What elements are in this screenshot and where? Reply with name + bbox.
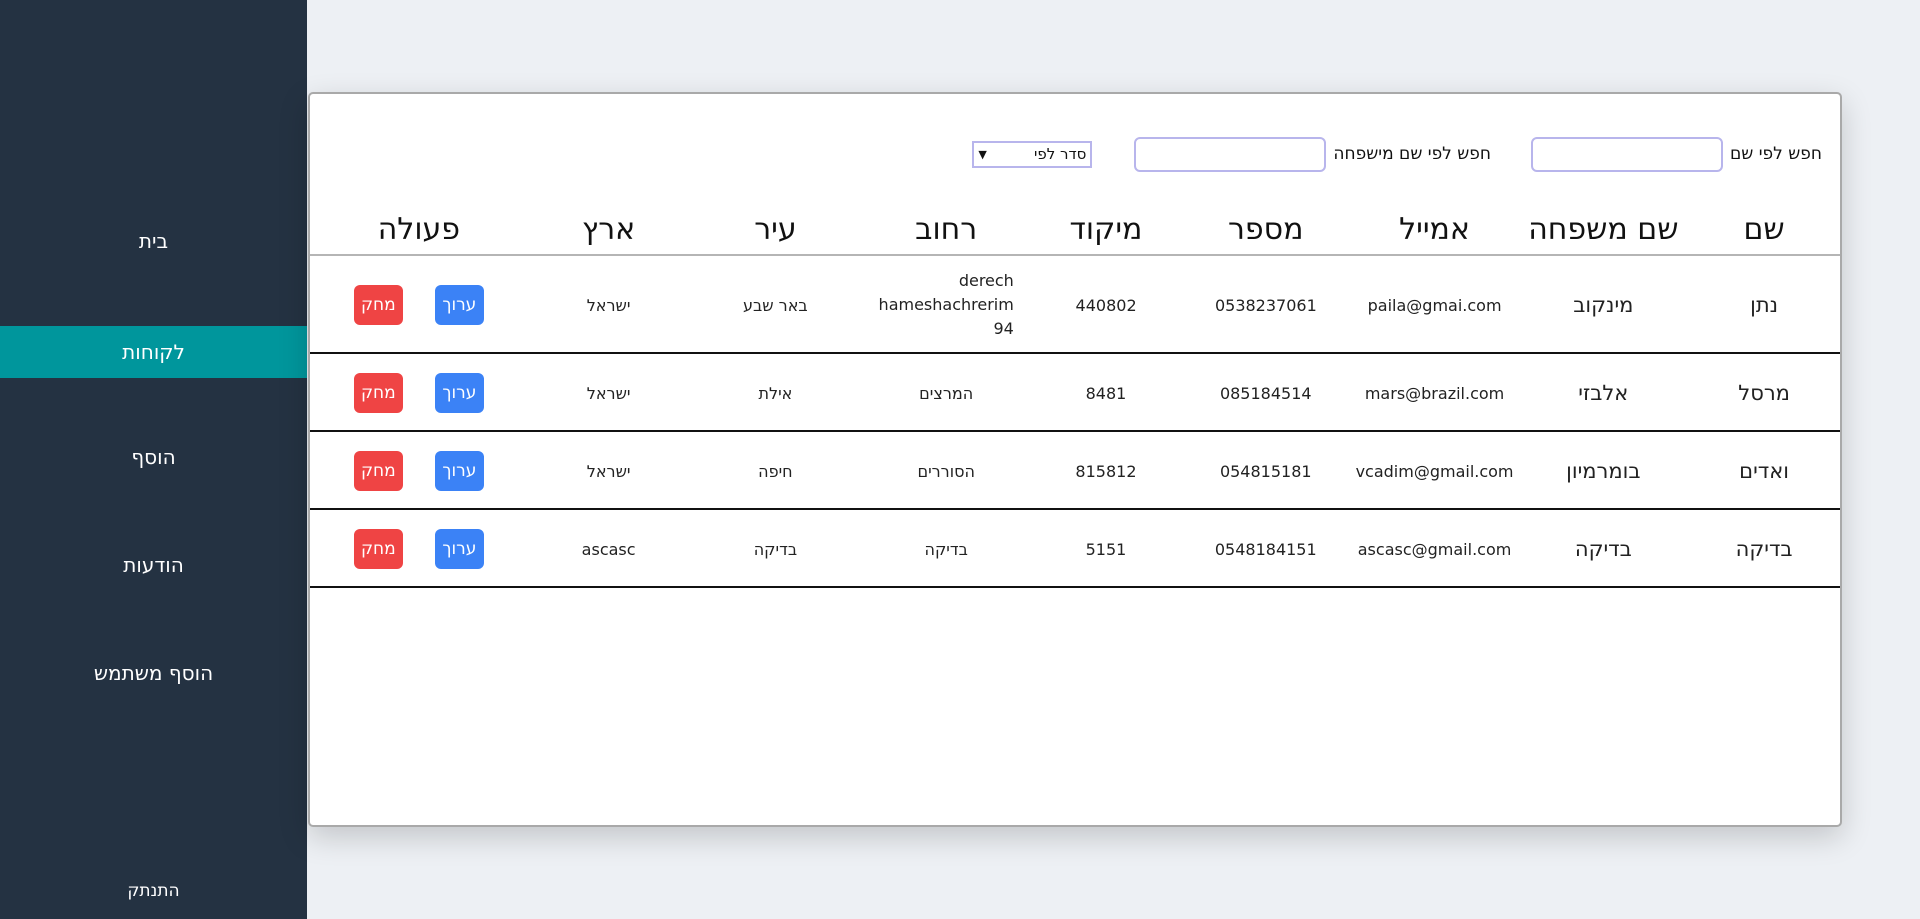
- sidebar-item-label: הוסף משתמש: [93, 661, 214, 685]
- cell-phone: 085184514: [1219, 383, 1312, 403]
- cell-first-name: ואדים: [1739, 459, 1790, 483]
- sidebar-item-customers[interactable]: לקוחות: [0, 326, 307, 378]
- chevron-down-icon: ▼: [978, 147, 987, 161]
- cell-last-name: אלבזי: [1578, 381, 1629, 405]
- logout-label: התנתק: [127, 881, 180, 901]
- cell-email: ascasc@gmail.com: [1357, 539, 1512, 559]
- cell-city: באר שבע: [742, 295, 808, 315]
- customers-panel: חפש לפי שם חפש לפי שם מישפחה סדר לפי ▼ ש…: [308, 92, 1842, 827]
- sidebar-item-label: לקוחות: [122, 340, 185, 364]
- cell-actions: ערוך מחק: [310, 258, 528, 352]
- delete-button[interactable]: מחק: [353, 529, 403, 569]
- cell-zip: 815812: [1075, 461, 1137, 481]
- delete-button[interactable]: מחק: [353, 373, 403, 413]
- cell-actions: ערוך מחק: [310, 512, 528, 586]
- table-row: בדיקה בדיקה ascasc@gmail.com 0548184151 …: [310, 512, 1840, 588]
- sort-select-value: סדר לפי: [1034, 145, 1087, 163]
- sort-group: סדר לפי ▼: [972, 140, 1093, 168]
- cell-zip: 8481: [1085, 383, 1127, 403]
- cell-actions: ערוך מחק: [310, 356, 528, 430]
- sidebar: בית לקוחות הוסף הודעות הוסף משתמש התנתק: [0, 0, 307, 919]
- cell-first-name: נתן: [1750, 293, 1779, 317]
- first-name-search-label: חפש לפי שם: [1730, 144, 1822, 164]
- cell-first-name: בדיקה: [1735, 537, 1793, 561]
- cell-zip: 440802: [1075, 295, 1137, 315]
- sort-select[interactable]: סדר לפי ▼: [972, 140, 1093, 168]
- edit-button[interactable]: ערוך: [434, 373, 484, 413]
- cell-last-name: מינקוב: [1573, 293, 1634, 317]
- filter-bar: חפש לפי שם חפש לפי שם מישפחה סדר לפי ▼: [310, 136, 1822, 172]
- table-row: מרסל אלבזי mars@brazil.com 085184514 848…: [310, 356, 1840, 432]
- cell-city: אילת: [758, 383, 793, 403]
- cell-city: חיפה: [758, 461, 793, 481]
- cell-email: paila@gmai.com: [1367, 295, 1502, 315]
- sidebar-item-add[interactable]: הוסף: [0, 431, 307, 483]
- header-street: רחוב: [915, 211, 978, 247]
- edit-button[interactable]: ערוך: [434, 285, 484, 325]
- header-email: אמייל: [1399, 211, 1470, 247]
- first-name-search-input[interactable]: [1531, 136, 1724, 172]
- cell-country: ישראל: [586, 295, 631, 315]
- header-zip: מיקוד: [1069, 211, 1143, 247]
- cell-phone: 0538237061: [1214, 295, 1317, 315]
- header-city: עיר: [754, 211, 797, 247]
- last-name-search: חפש לפי שם מישפחה: [1134, 136, 1492, 172]
- cell-city: בדיקה: [753, 539, 798, 559]
- table-header: שם שם משפחה אמייל מספר מיקוד רחוב עיר אר…: [310, 204, 1840, 256]
- cell-last-name: בומרמיון: [1566, 459, 1641, 483]
- header-country: ארץ: [582, 211, 636, 247]
- header-first-name: שם: [1743, 211, 1785, 247]
- last-name-search-label: חפש לפי שם מישפחה: [1333, 144, 1492, 164]
- cell-street: המרצים: [919, 383, 974, 403]
- delete-button[interactable]: מחק: [353, 451, 403, 491]
- cell-street: בדיקה: [924, 539, 968, 559]
- edit-button[interactable]: ערוך: [434, 451, 484, 491]
- header-action: פעולה: [377, 211, 461, 247]
- header-phone: מספר: [1228, 211, 1304, 247]
- cell-street: derech hameshachrerim 94: [878, 271, 1014, 338]
- cell-zip: 5151: [1085, 539, 1127, 559]
- cell-actions: ערוך מחק: [310, 434, 528, 508]
- sidebar-item-messages[interactable]: הודעות: [0, 539, 307, 591]
- cell-phone: 0548184151: [1214, 539, 1317, 559]
- logout-button[interactable]: התנתק: [0, 876, 307, 906]
- cell-country: ascasc: [581, 539, 636, 559]
- cell-email: mars@brazil.com: [1364, 383, 1505, 403]
- cell-last-name: בדיקה: [1574, 537, 1632, 561]
- table-row: ואדים בומרמיון vcadim@gmail.com 05481518…: [310, 434, 1840, 510]
- cell-email: vcadim@gmail.com: [1355, 461, 1514, 481]
- delete-button[interactable]: מחק: [353, 285, 403, 325]
- table-row: נתן מינקוב paila@gmai.com 0538237061 440…: [310, 258, 1840, 354]
- cell-first-name: מרסל: [1738, 381, 1790, 405]
- last-name-search-input[interactable]: [1134, 136, 1327, 172]
- sidebar-item-add-user[interactable]: הוסף משתמש: [0, 647, 307, 699]
- first-name-search: חפש לפי שם: [1531, 136, 1822, 172]
- header-last-name: שם משפחה: [1528, 211, 1679, 247]
- cell-phone: 054815181: [1219, 461, 1312, 481]
- edit-button[interactable]: ערוך: [434, 529, 484, 569]
- cell-street: הסוררים: [917, 461, 975, 481]
- sidebar-item-label: הודעות: [123, 553, 184, 577]
- sidebar-item-label: הוסף: [131, 445, 176, 469]
- cell-country: ישראל: [586, 383, 631, 403]
- sidebar-item-home[interactable]: בית: [0, 215, 307, 267]
- sidebar-item-label: בית: [138, 229, 169, 253]
- cell-country: ישראל: [586, 461, 631, 481]
